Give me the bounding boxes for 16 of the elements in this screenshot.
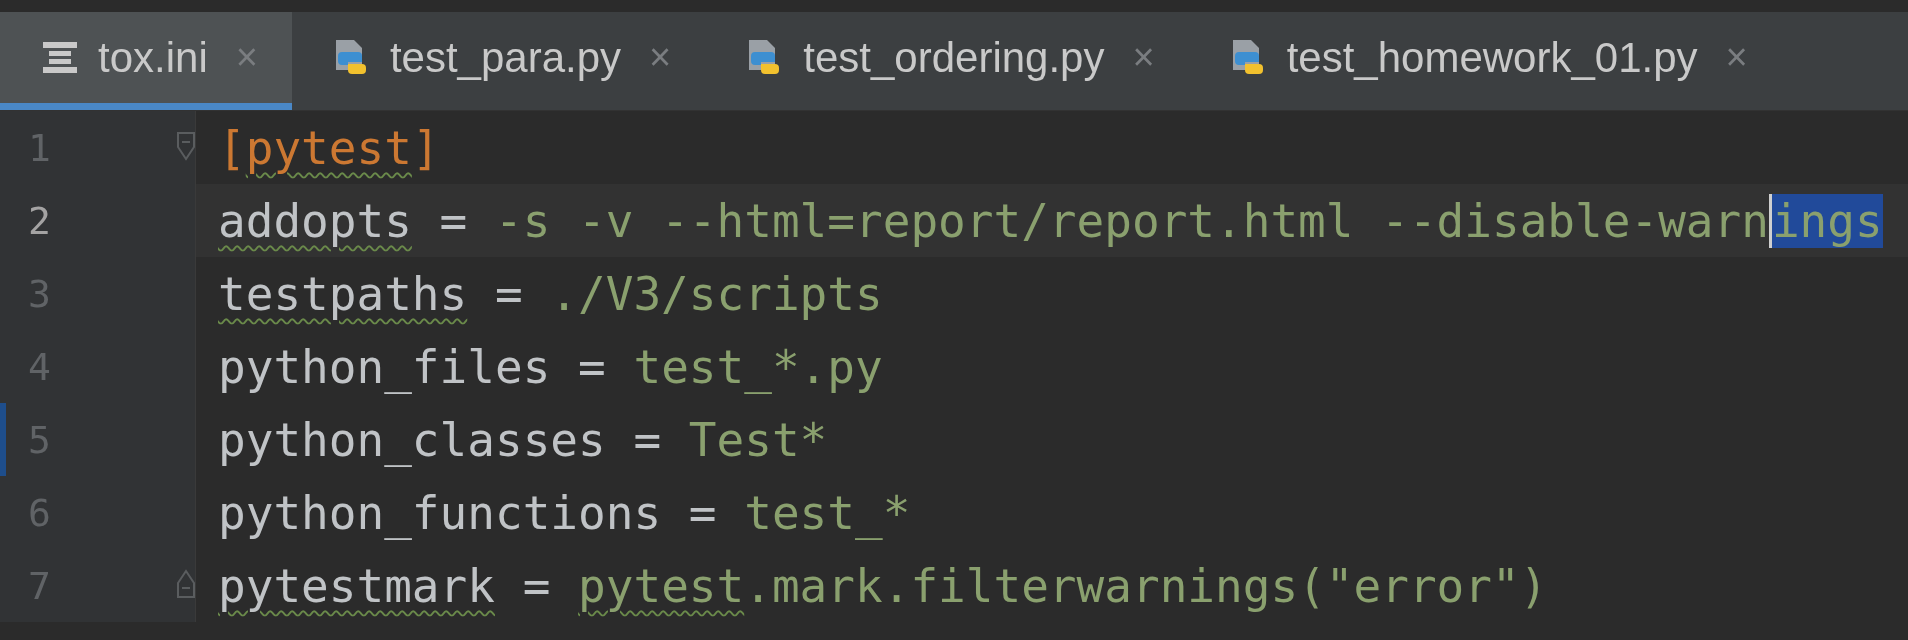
- editor-tab[interactable]: test_homework_01.py ×: [1188, 12, 1782, 110]
- code-line: python_classes = Test*: [217, 411, 829, 469]
- close-icon[interactable]: ×: [1132, 36, 1155, 79]
- editor-tab[interactable]: test_para.py ×: [291, 12, 706, 110]
- code-line: python_functions = test_*: [217, 484, 912, 542]
- code-line: [pytest]: [217, 119, 441, 177]
- close-icon[interactable]: ×: [1725, 36, 1748, 79]
- editor-tab[interactable]: tox.ini ×: [0, 12, 292, 110]
- editor-tab[interactable]: test_ordering.py ×: [705, 12, 1189, 110]
- fold-icon[interactable]: [176, 131, 196, 161]
- code-line: python_files = test_*.py: [217, 338, 884, 396]
- line-number: 2: [28, 198, 51, 243]
- code-line: testpaths = ./V3/scripts: [217, 265, 884, 323]
- close-icon[interactable]: ×: [649, 36, 672, 79]
- fold-icon[interactable]: [176, 569, 196, 599]
- code-line: pytestmark = pytest.mark.filterwarnings("error"): [217, 557, 1549, 615]
